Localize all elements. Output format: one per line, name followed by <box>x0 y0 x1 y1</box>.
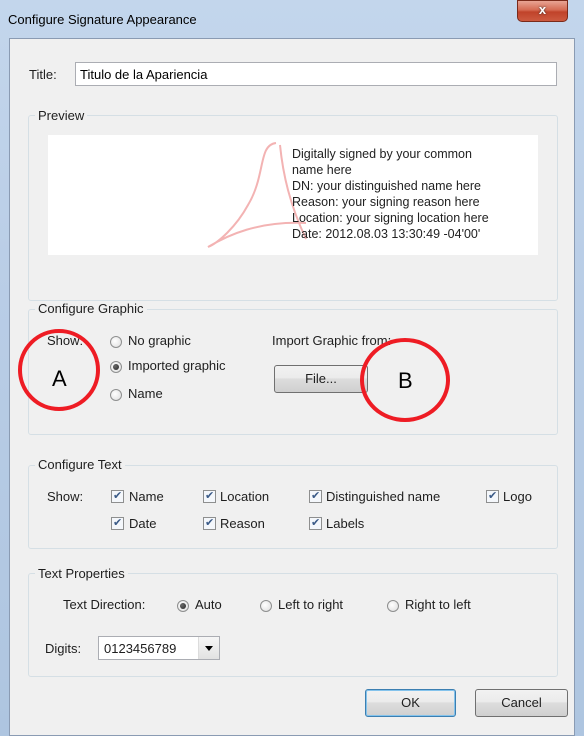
right-to-left-radio[interactable] <box>387 600 399 612</box>
preview-line: Digitally signed by your common <box>292 147 472 161</box>
title-bar[interactable]: Configure Signature Appearance x <box>0 0 584 38</box>
preview-line: Reason: your signing reason here <box>292 195 480 209</box>
preview-text: Digitally signed by your common name her… <box>292 147 532 251</box>
configure-text-group <box>28 465 558 549</box>
text-direction-label: Text Direction: <box>63 597 146 612</box>
reason-checkbox[interactable] <box>203 516 216 530</box>
preview-line: DN: your distinguished name here <box>292 179 481 193</box>
imported-graphic-label[interactable]: Imported graphic <box>128 358 226 373</box>
distinguished-name-checkbox-label[interactable]: Distinguished name <box>326 489 440 504</box>
preview-line: Date: 2012.08.03 13:30:49 -04'00' <box>292 227 481 241</box>
title-label: Title: <box>29 67 57 82</box>
preview-group-label: Preview <box>35 108 88 123</box>
import-graphic-label: Import Graphic from: <box>272 333 392 348</box>
text-properties-label: Text Properties <box>35 566 128 581</box>
chevron-down-icon[interactable] <box>198 637 219 659</box>
left-to-right-radio[interactable] <box>260 600 272 612</box>
name-checkbox[interactable] <box>111 489 124 503</box>
ok-button[interactable]: OK <box>365 689 456 717</box>
reason-checkbox-label[interactable]: Reason <box>220 516 265 531</box>
digits-label: Digits: <box>45 641 82 656</box>
close-icon: x <box>538 2 547 17</box>
preview-line: Location: your signing location here <box>292 211 489 225</box>
logo-checkbox[interactable] <box>486 489 499 503</box>
imported-graphic-radio[interactable] <box>110 361 122 373</box>
cancel-button[interactable]: Cancel <box>475 689 568 717</box>
location-checkbox-label[interactable]: Location <box>220 489 269 504</box>
date-checkbox[interactable] <box>111 516 124 530</box>
location-checkbox[interactable] <box>203 489 216 503</box>
signature-preview: Digitally signed by your common name her… <box>48 135 538 255</box>
name-graphic-radio[interactable] <box>110 389 122 401</box>
window-title: Configure Signature Appearance <box>8 12 197 27</box>
digits-dropdown[interactable]: 0123456789 <box>98 636 220 660</box>
file-button[interactable]: File... <box>274 365 368 393</box>
title-input[interactable] <box>75 62 557 86</box>
labels-checkbox-label[interactable]: Labels <box>326 516 364 531</box>
left-to-right-label[interactable]: Left to right <box>278 597 343 612</box>
labels-checkbox[interactable] <box>309 516 322 530</box>
close-button[interactable]: x <box>517 0 568 22</box>
logo-checkbox-label[interactable]: Logo <box>503 489 532 504</box>
preview-line: name here <box>292 163 352 177</box>
auto-direction-label[interactable]: Auto <box>195 597 222 612</box>
configure-text-label: Configure Text <box>35 457 125 472</box>
distinguished-name-checkbox[interactable] <box>309 489 322 503</box>
name-checkbox-label[interactable]: Name <box>129 489 164 504</box>
configure-graphic-label: Configure Graphic <box>35 301 147 316</box>
digits-value: 0123456789 <box>104 641 177 656</box>
date-checkbox-label[interactable]: Date <box>129 516 156 531</box>
text-show-label: Show: <box>47 489 84 504</box>
no-graphic-label[interactable]: No graphic <box>128 333 191 348</box>
name-graphic-label[interactable]: Name <box>128 386 163 401</box>
annotation-letter-a: A <box>52 366 67 391</box>
right-to-left-label[interactable]: Right to left <box>405 597 471 612</box>
no-graphic-radio[interactable] <box>110 336 122 348</box>
auto-direction-radio[interactable] <box>177 600 189 612</box>
text-properties-group <box>28 573 558 677</box>
annotation-letter-b: B <box>398 368 413 393</box>
